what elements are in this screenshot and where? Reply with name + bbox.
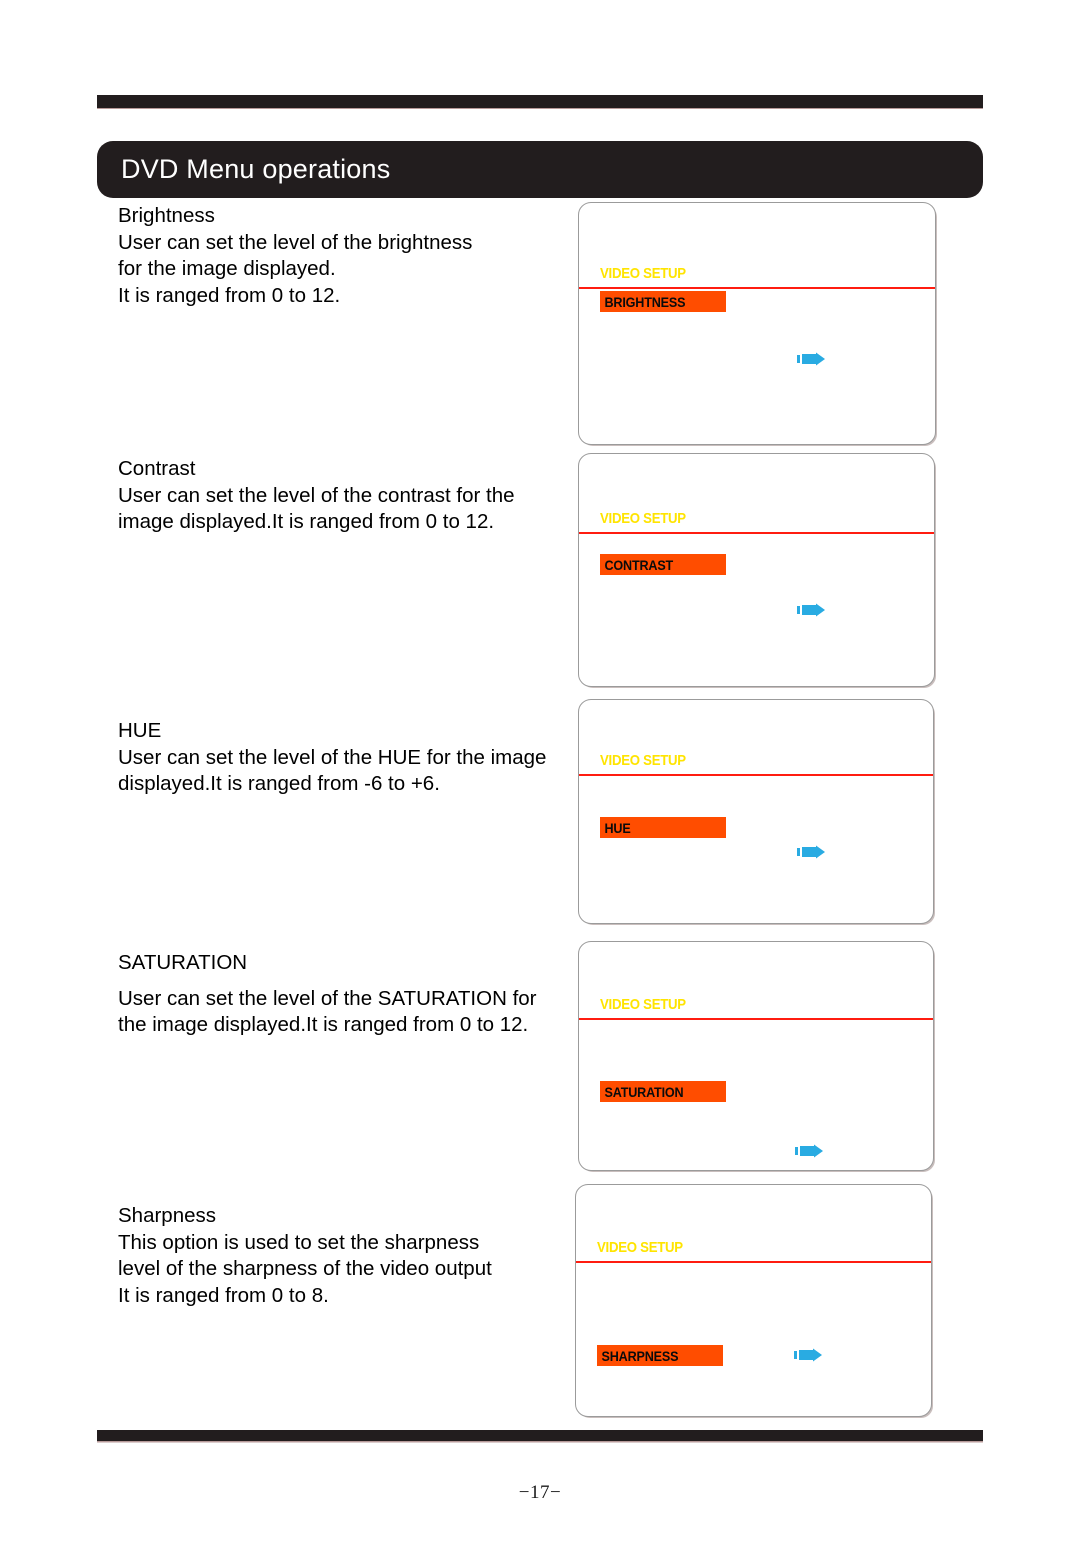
- right-arrow-cursor-icon: [797, 603, 827, 617]
- osd-divider: [579, 1018, 933, 1021]
- osd-panel-saturation: VIDEO SETUP SATURATION: [578, 941, 934, 1171]
- contrast-body-line-2: image displayed.It is ranged from 0 to 1…: [118, 510, 495, 533]
- osd-item-label: SATURATION: [604, 1083, 684, 1100]
- contrast-heading: Contrast: [118, 457, 196, 480]
- sharpness-body-line-1: This option is used to set the sharpness: [118, 1230, 480, 1254]
- sharpness-body-line-3: It is ranged from 0 to 8.: [118, 1283, 329, 1307]
- right-arrow-cursor-icon: [794, 1348, 824, 1362]
- osd-title-video-setup: VIDEO SETUP: [600, 510, 686, 527]
- sharpness-body-line-2: level of the sharpness of the video outp…: [118, 1257, 492, 1280]
- brightness-heading: Brightness: [118, 204, 215, 227]
- osd-panel-brightness: VIDEO SETUP BRIGHTNESS: [578, 202, 936, 445]
- osd-item-brightness[interactable]: BRIGHTNESS: [600, 291, 726, 312]
- hue-body-line-1: User can set the level of the HUE for th…: [118, 745, 547, 769]
- osd-divider: [579, 532, 934, 535]
- osd-divider: [579, 287, 935, 290]
- osd-item-sharpness[interactable]: SHARPNESS: [597, 1345, 723, 1366]
- page-number: −17−: [518, 1482, 562, 1503]
- right-arrow-cursor-icon: [797, 352, 827, 366]
- brightness-text-block: Brightness User can set the level of the…: [118, 203, 548, 309]
- sharpness-text-block: Sharpness This option is used to set the…: [118, 1203, 568, 1309]
- osd-panel-contrast: VIDEO SETUP CONTRAST: [578, 453, 935, 687]
- hue-body-line-2: displayed.It is ranged from -6 to +6.: [118, 772, 440, 795]
- osd-divider: [576, 1261, 931, 1264]
- osd-item-label: HUE: [604, 819, 631, 836]
- osd-panel-hue: VIDEO SETUP HUE: [578, 699, 934, 924]
- osd-item-saturation[interactable]: SATURATION: [600, 1081, 726, 1102]
- osd-title-video-setup: VIDEO SETUP: [600, 752, 686, 769]
- saturation-heading: SATURATION: [118, 951, 248, 974]
- brightness-body-line-3: It is ranged from 0 to 12.: [118, 283, 341, 307]
- top-divider-rule: [97, 95, 983, 108]
- saturation-body-line-2: the image displayed.It is ranged from 0 …: [118, 1013, 529, 1036]
- osd-item-label: BRIGHTNESS: [604, 293, 686, 310]
- manual-page: DVD Menu operations Brightness User can …: [0, 0, 1080, 1562]
- osd-title-video-setup: VIDEO SETUP: [600, 265, 686, 282]
- right-arrow-cursor-icon: [795, 1144, 825, 1158]
- hue-text-block: HUE User can set the level of the HUE fo…: [118, 718, 578, 798]
- page-header-banner: DVD Menu operations: [97, 141, 983, 198]
- osd-item-contrast[interactable]: CONTRAST: [600, 554, 726, 575]
- osd-panel-sharpness: VIDEO SETUP SHARPNESS: [575, 1184, 932, 1417]
- sharpness-heading: Sharpness: [118, 1204, 217, 1227]
- osd-item-hue[interactable]: HUE: [600, 817, 726, 838]
- page-title: DVD Menu operations: [121, 154, 391, 184]
- saturation-text-block: SATURATION User can set the level of the…: [118, 950, 578, 1039]
- osd-item-label: CONTRAST: [604, 556, 674, 573]
- saturation-body-line-1: User can set the level of the SATURATION…: [118, 986, 537, 1010]
- contrast-body-line-1: User can set the level of the contrast f…: [118, 483, 515, 507]
- contrast-text-block: Contrast User can set the level of the c…: [118, 456, 563, 536]
- brightness-body-line-2: for the image displayed.: [118, 257, 336, 280]
- right-arrow-cursor-icon: [797, 845, 827, 859]
- osd-title-video-setup: VIDEO SETUP: [600, 996, 686, 1013]
- bottom-divider-rule: [97, 1430, 983, 1441]
- brightness-body-line-1: User can set the level of the brightness: [118, 230, 473, 254]
- osd-item-label: SHARPNESS: [601, 1347, 679, 1364]
- osd-title-video-setup: VIDEO SETUP: [597, 1239, 683, 1256]
- osd-divider: [579, 774, 933, 777]
- hue-heading: HUE: [118, 719, 162, 742]
